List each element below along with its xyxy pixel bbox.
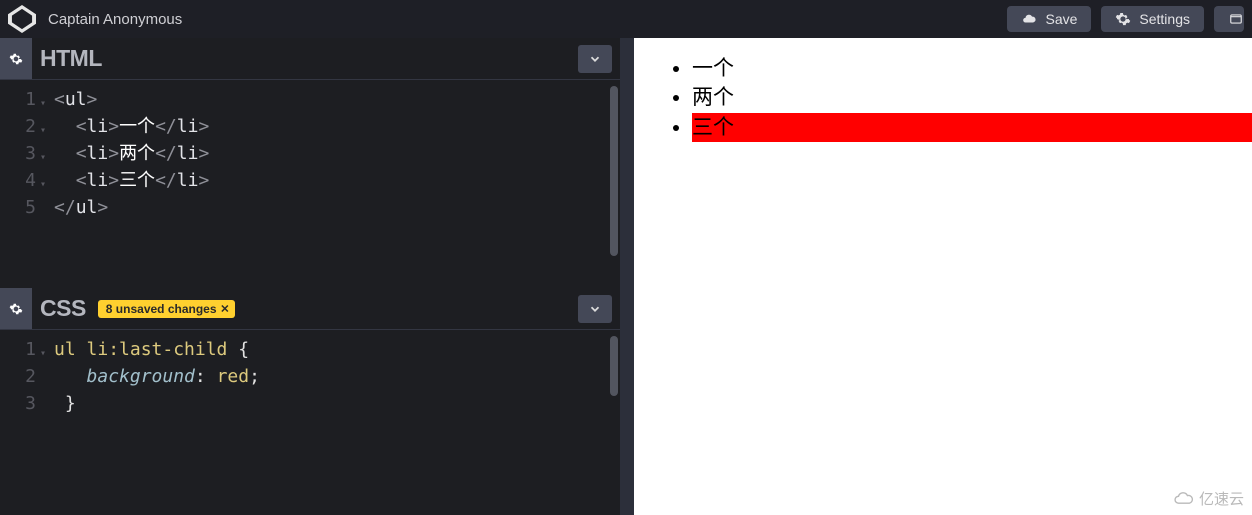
chevron-down-icon <box>588 52 602 66</box>
html-code[interactable]: <ul> <li>一个</li> <li>两个</li> <li>三个</li>… <box>40 80 620 288</box>
css-panel-header: CSS 8 unsaved changes ✕ <box>0 288 620 330</box>
css-settings-button[interactable] <box>0 288 32 329</box>
html-panel: HTML 1 2 3 4 5 <ul> <li>一个</li> <li>两个</… <box>0 38 620 288</box>
extra-button[interactable] <box>1214 6 1244 32</box>
save-label: Save <box>1045 11 1077 27</box>
topbar-left: Captain Anonymous <box>8 5 182 33</box>
css-collapse-button[interactable] <box>578 295 612 323</box>
codepen-logo[interactable] <box>8 5 36 33</box>
scrollbar[interactable] <box>610 86 618 256</box>
unsaved-label: 8 unsaved changes <box>106 302 217 316</box>
topbar-right: Save Settings <box>1007 6 1244 32</box>
html-panel-header: HTML <box>0 38 620 80</box>
line-number: 2 <box>0 113 36 140</box>
list-item: 一个 <box>692 54 1252 83</box>
watermark: 亿速云 <box>1173 488 1244 509</box>
gear-icon <box>9 52 23 66</box>
line-number: 1 <box>0 336 36 363</box>
html-panel-title: HTML <box>40 45 102 72</box>
pen-title[interactable]: Captain Anonymous <box>48 11 182 28</box>
css-gutter: 1 2 3 <box>0 330 40 515</box>
css-panel: CSS 8 unsaved changes ✕ 1 2 3 ul li:last… <box>0 288 620 515</box>
gear-icon <box>9 302 23 316</box>
html-collapse-button[interactable] <box>578 45 612 73</box>
settings-button[interactable]: Settings <box>1101 6 1204 32</box>
html-code-area[interactable]: 1 2 3 4 5 <ul> <li>一个</li> <li>两个</li> <… <box>0 80 620 288</box>
scrollbar[interactable] <box>610 336 618 396</box>
panel-header-left: HTML <box>0 38 102 79</box>
share-icon <box>1228 12 1244 26</box>
line-number: 3 <box>0 140 36 167</box>
cloud-icon <box>1173 491 1195 507</box>
line-number: 5 <box>0 194 36 221</box>
save-button[interactable]: Save <box>1007 6 1091 32</box>
line-number: 3 <box>0 390 36 417</box>
editors-column: HTML 1 2 3 4 5 <ul> <li>一个</li> <li>两个</… <box>0 38 634 515</box>
cloud-icon <box>1021 12 1037 26</box>
line-number: 4 <box>0 167 36 194</box>
panel-header-left: CSS 8 unsaved changes ✕ <box>0 288 235 329</box>
css-code-area[interactable]: 1 2 3 ul li:last-child { background: red… <box>0 330 620 515</box>
list-item: 两个 <box>692 83 1252 112</box>
close-icon[interactable]: ✕ <box>220 302 229 315</box>
chevron-down-icon <box>588 302 602 316</box>
line-number: 2 <box>0 363 36 390</box>
html-settings-button[interactable] <box>0 38 32 79</box>
preview-pane: 一个 两个 三个 亿速云 <box>634 38 1252 515</box>
unsaved-changes-badge[interactable]: 8 unsaved changes ✕ <box>98 300 235 318</box>
top-bar: Captain Anonymous Save Settings <box>0 0 1252 38</box>
preview-list: 一个 两个 三个 <box>674 54 1252 142</box>
html-gutter: 1 2 3 4 5 <box>0 80 40 288</box>
settings-label: Settings <box>1139 11 1190 27</box>
list-item: 三个 <box>692 113 1252 142</box>
css-panel-title: CSS <box>40 295 86 322</box>
main: HTML 1 2 3 4 5 <ul> <li>一个</li> <li>两个</… <box>0 38 1252 515</box>
line-number: 1 <box>0 86 36 113</box>
css-code[interactable]: ul li:last-child { background: red; } <box>40 330 620 515</box>
watermark-text: 亿速云 <box>1199 488 1244 509</box>
gear-icon <box>1115 11 1131 27</box>
